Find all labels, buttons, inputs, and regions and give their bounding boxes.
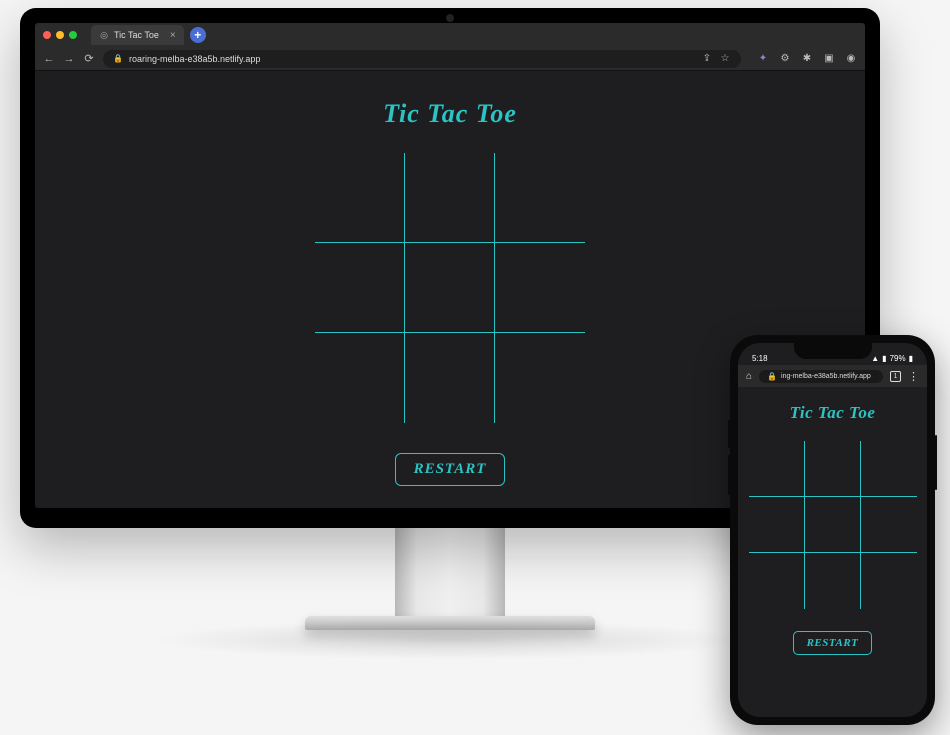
board-cell[interactable]: [861, 553, 917, 609]
plus-icon: +: [194, 28, 201, 42]
board-cell[interactable]: [749, 553, 805, 609]
extension-icons: ✦ ⚙ ✱ ▣ ◉: [757, 53, 857, 65]
lock-icon: 🔒: [113, 54, 123, 63]
menu-kebab-icon[interactable]: ⋮: [908, 370, 919, 383]
devtools-icon[interactable]: ▣: [823, 53, 835, 65]
page-title: Tic Tac Toe: [383, 99, 517, 129]
restart-button[interactable]: RESTART: [793, 631, 873, 655]
profile-avatar-icon[interactable]: ◉: [845, 53, 857, 65]
board-cell[interactable]: [315, 243, 405, 333]
board-cell[interactable]: [805, 553, 861, 609]
board-cell[interactable]: [495, 153, 585, 243]
signal-icon: ▮: [882, 354, 886, 363]
game-board: [749, 441, 917, 609]
board-cell[interactable]: [405, 153, 495, 243]
address-bar[interactable]: 🔒 roaring-melba-e38a5b.netlify.app ⇪ ☆: [103, 50, 741, 68]
phone-side-button: [935, 435, 937, 490]
browser-tab[interactable]: ◎ Tic Tac Toe ×: [91, 25, 184, 45]
status-time: 5:18: [752, 354, 768, 363]
game-board: [315, 153, 585, 423]
board-cell[interactable]: [495, 333, 585, 423]
browser-chrome: ◎ Tic Tac Toe × + ← → ⟳ 🔒 roaring-melba-…: [35, 23, 865, 71]
battery-icon: ▮: [909, 354, 913, 363]
extension-icon[interactable]: ✦: [757, 53, 769, 65]
phone-app-content: Tic Tac Toe RESTART: [738, 387, 927, 717]
page-title: Tic Tac Toe: [790, 403, 876, 423]
phone-address-row: ⌂ 🔒 ing-melba-e38a5b.netlify.app 1 ⋮: [738, 365, 927, 387]
board-cell[interactable]: [805, 441, 861, 497]
new-tab-button[interactable]: +: [190, 27, 206, 43]
wifi-icon: ▲: [871, 354, 879, 363]
lock-icon: 🔒: [767, 372, 777, 381]
tab-row: ◎ Tic Tac Toe × +: [35, 23, 865, 47]
board-cell[interactable]: [405, 333, 495, 423]
phone-notch-icon: [794, 343, 872, 359]
phone-screen: 5:18 ▲ ▮ 79% ▮ ⌂ 🔒 ing-melba-e38a5b.netl…: [738, 343, 927, 717]
address-row: ← → ⟳ 🔒 roaring-melba-e38a5b.netlify.app…: [35, 47, 865, 71]
share-icon[interactable]: ⇪: [701, 53, 713, 65]
nav-forward-icon[interactable]: →: [63, 53, 75, 65]
bookmark-star-icon[interactable]: ☆: [719, 53, 731, 65]
tab-close-icon[interactable]: ×: [170, 30, 176, 41]
home-icon[interactable]: ⌂: [746, 371, 752, 382]
tabs-count-label: 1: [894, 373, 898, 380]
address-text: roaring-melba-e38a5b.netlify.app: [129, 54, 695, 64]
tabs-count-button[interactable]: 1: [890, 371, 901, 382]
restart-button[interactable]: RESTART: [395, 453, 506, 486]
phone-mockup: 5:18 ▲ ▮ 79% ▮ ⌂ 🔒 ing-melba-e38a5b.netl…: [730, 335, 935, 725]
board-cell[interactable]: [405, 243, 495, 333]
phone-side-button: [728, 420, 730, 448]
nav-back-icon[interactable]: ←: [43, 53, 55, 65]
battery-text: 79%: [890, 354, 906, 363]
tab-title: Tic Tac Toe: [114, 30, 159, 40]
extension-icon[interactable]: ⚙: [779, 53, 791, 65]
monitor-shadow: [150, 620, 750, 660]
board-cell[interactable]: [805, 497, 861, 553]
board-cell[interactable]: [315, 153, 405, 243]
board-cell[interactable]: [315, 333, 405, 423]
board-cell[interactable]: [749, 497, 805, 553]
monitor-stand-neck: [395, 528, 505, 618]
maximize-window-icon[interactable]: [69, 31, 77, 39]
extensions-puzzle-icon[interactable]: ✱: [801, 53, 813, 65]
status-right: ▲ ▮ 79% ▮: [871, 354, 913, 363]
board-cell[interactable]: [749, 441, 805, 497]
reload-icon[interactable]: ⟳: [83, 53, 95, 65]
tab-favicon-icon: ◎: [99, 30, 109, 40]
window-controls: [43, 31, 77, 39]
monitor-camera-icon: [446, 14, 454, 22]
board-cell[interactable]: [861, 497, 917, 553]
close-window-icon[interactable]: [43, 31, 51, 39]
phone-address-bar[interactable]: 🔒 ing-melba-e38a5b.netlify.app: [759, 370, 883, 383]
minimize-window-icon[interactable]: [56, 31, 64, 39]
phone-address-text: ing-melba-e38a5b.netlify.app: [781, 373, 875, 380]
board-cell[interactable]: [495, 243, 585, 333]
board-cell[interactable]: [861, 441, 917, 497]
phone-side-button: [728, 455, 730, 495]
